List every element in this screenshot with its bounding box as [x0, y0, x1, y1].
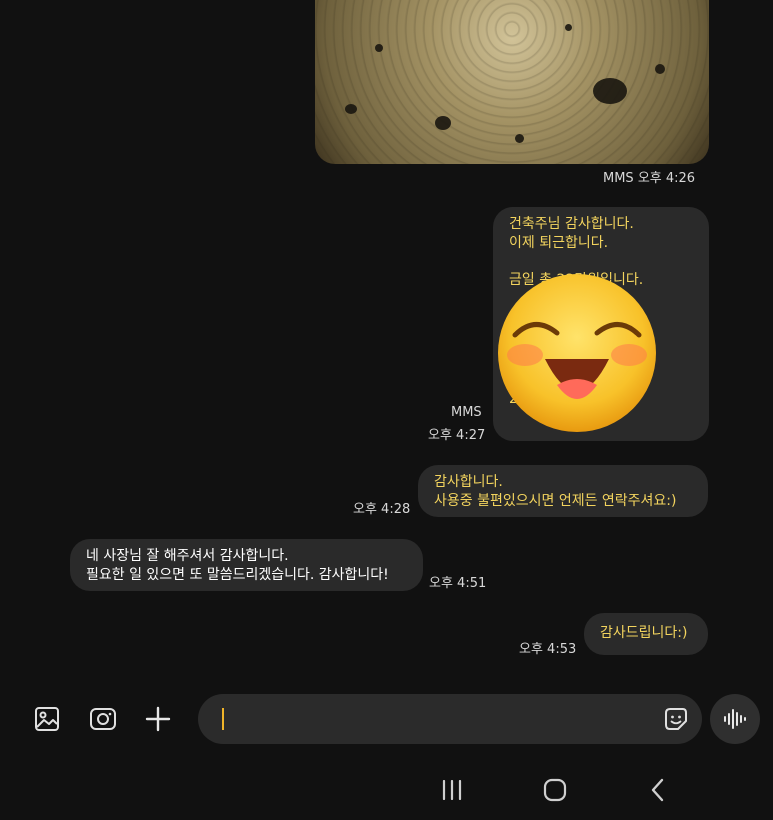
message-line: 건축주님 감사합니다.	[509, 216, 634, 232]
invoice-type: MMS	[451, 405, 482, 420]
plus-icon[interactable]	[144, 705, 172, 733]
message-line: 필요한 일 있으면 또 말씀드리겠습니다. 감사합니다!	[86, 567, 389, 583]
invoice-timestamp: 오후 4:27	[428, 428, 486, 443]
photo-speck	[435, 116, 451, 130]
photo-speck	[345, 104, 357, 114]
text-cursor	[222, 708, 224, 730]
camera-icon[interactable]	[89, 705, 117, 733]
message-line: 네 사장님 잘 해주셔서 감사합니다.	[86, 548, 289, 564]
photo-message[interactable]	[315, 0, 709, 164]
message-line: 이제 퇴근합니다.	[509, 235, 609, 251]
voice-record-icon	[724, 709, 746, 729]
message-line	[509, 253, 693, 271]
photo-texture	[315, 0, 709, 164]
photo-speck	[655, 64, 665, 74]
photo-timestamp: MMS 오후 4:26	[603, 171, 696, 186]
home-icon[interactable]	[537, 772, 573, 808]
recents-icon[interactable]	[434, 772, 470, 808]
final-bubble[interactable]: 감사드립니다:)	[584, 613, 708, 655]
chat-screen: MMS 오후 4:26 건축주님 감사합니다. 이제 퇴근합니다. 금일 총 2…	[0, 0, 773, 820]
photo-speck	[565, 24, 572, 31]
message-line: 사용중 불편있으시면 언제든 연락주셔요:)	[434, 493, 677, 509]
emoji-sticker-icon[interactable]	[662, 705, 690, 733]
photo-speck	[593, 78, 627, 104]
message-line: 감사드립니다:)	[600, 625, 688, 641]
received-timestamp: 오후 4:51	[429, 576, 487, 591]
thanks-bubble[interactable]: 감사합니다. 사용중 불편있으시면 언제든 연락주셔요:)	[418, 465, 708, 517]
final-timestamp: 오후 4:53	[519, 642, 577, 657]
smiling-face-sticker	[498, 274, 656, 432]
message-input[interactable]	[198, 694, 702, 744]
back-icon[interactable]	[640, 772, 676, 808]
gallery-icon[interactable]	[33, 705, 61, 733]
thanks-timestamp: 오후 4:28	[353, 502, 411, 517]
voice-record-button[interactable]	[710, 694, 760, 744]
photo-speck	[515, 134, 524, 143]
received-bubble[interactable]: 네 사장님 잘 해주셔서 감사합니다. 필요한 일 있으면 또 말씀드리겠습니다…	[70, 539, 423, 591]
photo-speck	[375, 44, 383, 52]
message-line: 감사합니다.	[434, 474, 503, 490]
